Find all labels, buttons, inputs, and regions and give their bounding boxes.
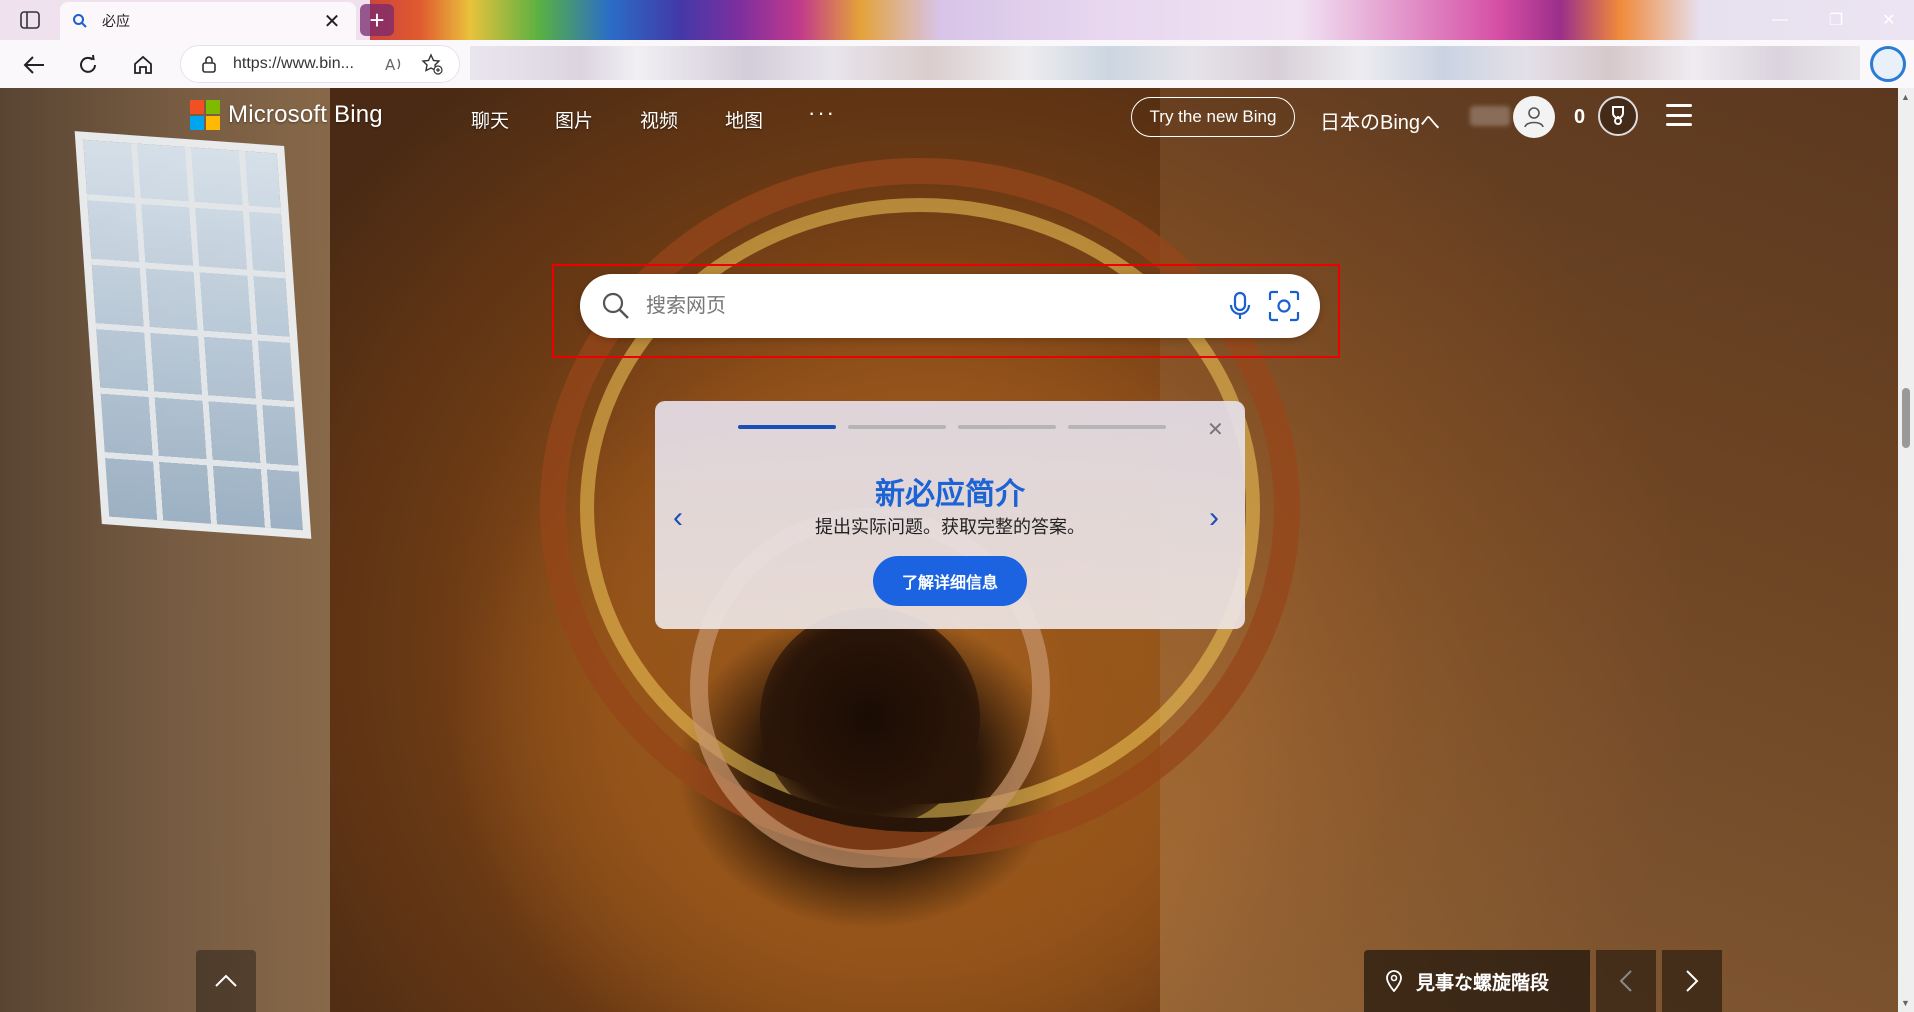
read-aloud-icon[interactable]: A	[385, 55, 405, 73]
background-window	[74, 131, 312, 539]
back-arrow-icon	[23, 56, 44, 74]
promo-title: 新必应简介	[875, 477, 1025, 512]
new-bing-promo-card: ✕ ‹ › 新必应简介 提出实际问题。获取完整的答案。 了解详细信息	[655, 401, 1245, 629]
visual-search-icon[interactable]	[1266, 288, 1302, 324]
nav-link-images[interactable]: 图片	[555, 106, 593, 133]
page-scrollbar[interactable]: ▲ ▼	[1898, 88, 1914, 1012]
image-caption: 見事な螺旋階段	[1416, 971, 1550, 994]
nav-link-maps[interactable]: 地图	[725, 106, 763, 133]
search-input[interactable]	[646, 294, 1222, 318]
try-new-bing-button[interactable]: Try the new Bing	[1131, 97, 1295, 137]
learn-more-button[interactable]: 了解详细信息	[873, 556, 1027, 606]
add-favorite-icon[interactable]	[421, 53, 443, 75]
back-button[interactable]	[16, 48, 52, 82]
carousel-dot-2[interactable]	[848, 425, 946, 429]
search-icon[interactable]	[598, 288, 634, 324]
profile-icon[interactable]	[1870, 46, 1906, 82]
minimize-button[interactable]: —	[1752, 0, 1808, 40]
previous-image-button[interactable]	[1596, 950, 1656, 1012]
carousel-dot-3[interactable]	[958, 425, 1056, 429]
browser-tab-bar: 必应 ✕ + — ❐ ✕	[0, 0, 1914, 40]
background-stairwell	[760, 608, 980, 828]
scrollbar-thumb[interactable]	[1902, 388, 1910, 448]
new-tab-button[interactable]: +	[360, 4, 394, 36]
nav-more-button[interactable]: ···	[808, 100, 836, 126]
user-icon	[1524, 107, 1544, 128]
address-url: https://www.bin...	[233, 55, 354, 72]
carousel-dot-4[interactable]	[1068, 425, 1166, 429]
browser-tab-active[interactable]: 必应 ✕	[60, 2, 356, 40]
region-link[interactable]: 日本のBingへ	[1320, 106, 1440, 135]
home-button[interactable]	[125, 48, 161, 82]
address-bar[interactable]: https://www.bin... A	[180, 45, 460, 83]
location-pin-icon	[1386, 970, 1402, 992]
bing-top-nav: Microsoft Bing 聊天 图片 视频 地图 ··· Try the n…	[0, 88, 1898, 152]
svg-text:A: A	[385, 56, 396, 73]
next-image-button[interactable]	[1662, 950, 1722, 1012]
chevron-right-icon	[1686, 970, 1699, 992]
carousel-indicators	[738, 425, 1166, 429]
promo-close-button[interactable]: ✕	[1207, 417, 1224, 442]
tab-title: 必应	[102, 13, 130, 29]
tab-close-button[interactable]: ✕	[320, 9, 344, 34]
microsoft-logo-icon	[190, 100, 220, 130]
browser-toolbar: https://www.bin... A	[0, 40, 1914, 88]
refresh-button[interactable]	[70, 48, 106, 82]
search-favicon-icon	[73, 14, 87, 28]
lock-icon	[202, 56, 216, 73]
carousel-dot-1[interactable]	[738, 425, 836, 429]
promo-subtitle: 提出实际问题。获取完整的答案。	[815, 517, 1085, 538]
scroll-down-arrow-icon[interactable]: ▼	[1901, 998, 1910, 1008]
trophy-icon	[1612, 106, 1624, 125]
restore-button[interactable]: ❐	[1808, 0, 1864, 40]
blurred-toolbar-region	[470, 46, 1860, 80]
scroll-up-arrow-icon[interactable]: ▲	[1901, 92, 1910, 102]
rewards-points[interactable]: 0	[1574, 106, 1585, 129]
microphone-icon[interactable]	[1222, 288, 1258, 324]
chevron-up-icon	[215, 974, 237, 987]
search-box[interactable]	[580, 274, 1320, 338]
chevron-left-icon	[1619, 970, 1632, 992]
nav-link-chat[interactable]: 聊天	[471, 106, 509, 133]
image-info-button[interactable]: 見事な螺旋階段	[1364, 950, 1590, 1012]
tab-actions-icon[interactable]	[10, 6, 50, 34]
user-avatar-button[interactable]	[1513, 96, 1555, 138]
logo-text: Microsoft Bing	[228, 101, 383, 128]
window-close-button[interactable]: ✕	[1864, 0, 1914, 40]
blurred-username	[1470, 106, 1510, 126]
home-icon	[134, 55, 152, 74]
refresh-icon	[80, 54, 96, 73]
scroll-up-button[interactable]	[196, 950, 256, 1012]
bing-homepage: Microsoft Bing 聊天 图片 视频 地图 ··· Try the n…	[0, 88, 1898, 1012]
nav-link-videos[interactable]: 视频	[640, 106, 678, 133]
menu-icon[interactable]	[1666, 104, 1692, 126]
bing-logo[interactable]: Microsoft Bing	[190, 100, 383, 130]
rewards-button[interactable]	[1598, 96, 1638, 136]
